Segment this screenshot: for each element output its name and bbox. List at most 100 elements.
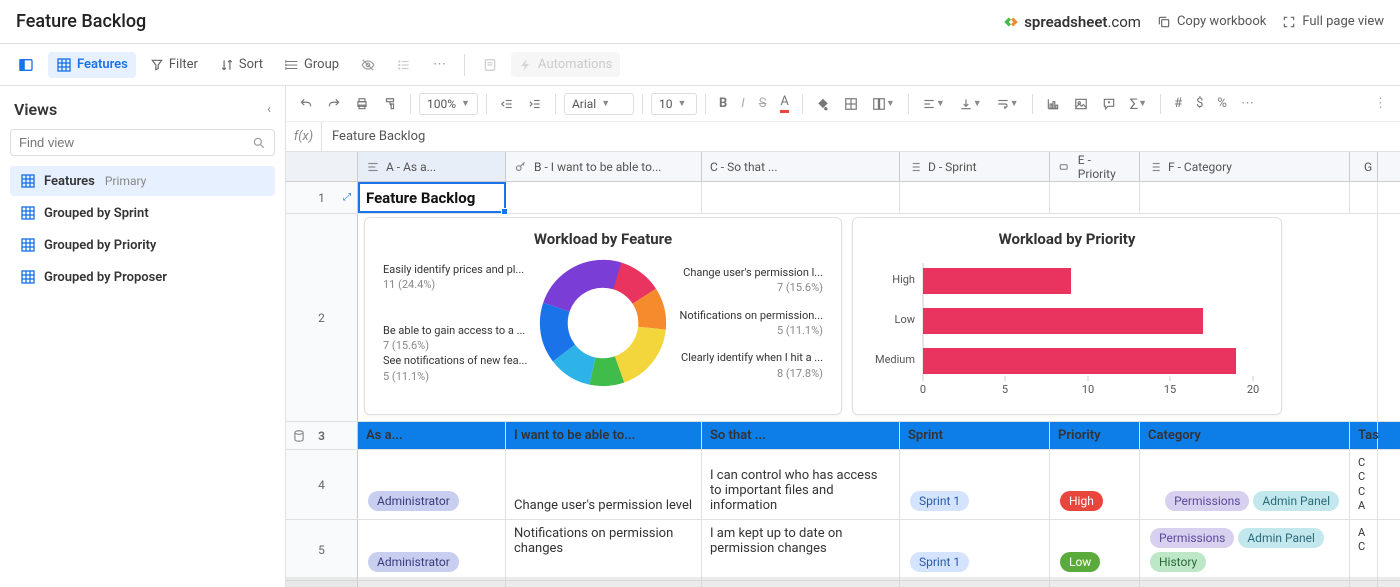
th-c[interactable]: So that ... [702, 422, 900, 449]
zoom-dropdown[interactable]: 100%▼ [419, 93, 478, 115]
indent-less-button[interactable] [495, 93, 519, 115]
more-format-button[interactable]: ⋯ [1236, 92, 1259, 115]
text-color-button[interactable]: A [775, 90, 793, 117]
row-num-5[interactable]: 5 [286, 520, 358, 580]
search-icon [252, 136, 266, 150]
size-dropdown[interactable]: 10▼ [651, 93, 697, 115]
automations-button[interactable]: Automations [511, 52, 620, 77]
cell-handle[interactable] [501, 208, 508, 215]
cell-e4[interactable]: High [1050, 450, 1140, 519]
group-button[interactable]: Group [277, 52, 347, 77]
font-dropdown[interactable]: Arial▼ [564, 93, 634, 115]
tag-icon [1058, 160, 1072, 174]
print-button[interactable] [350, 93, 374, 115]
dollar-button[interactable]: $ [1191, 92, 1208, 115]
hide-button[interactable] [353, 53, 383, 77]
col-e-header[interactable]: E - Priority [1050, 152, 1140, 181]
col-f-header[interactable]: F - Category [1140, 152, 1350, 181]
more-button[interactable]: ⋯ [425, 52, 454, 77]
hash-button[interactable]: # [1169, 92, 1187, 115]
collapse-icon[interactable]: ‹ [267, 102, 271, 117]
fx-input[interactable]: Feature Backlog [322, 129, 1400, 144]
cell-c1[interactable] [702, 182, 900, 213]
sort-button[interactable]: Sort [212, 52, 271, 77]
cell-a4[interactable]: Administrator [358, 450, 506, 519]
search-field[interactable] [19, 135, 252, 150]
cell-f1[interactable] [1140, 182, 1350, 213]
paint-button[interactable] [378, 93, 402, 115]
expand-icon[interactable]: ⤢ [343, 192, 351, 203]
cell-f5[interactable]: PermissionsAdmin PanelHistory [1140, 520, 1350, 580]
view-grouped-sprint[interactable]: Grouped by Sprint [10, 198, 275, 228]
filter-button[interactable]: Filter [142, 52, 206, 77]
full-page-button[interactable]: Full page view [1282, 14, 1384, 29]
bold-button[interactable]: B [714, 92, 732, 115]
fill-button[interactable] [811, 93, 835, 115]
th-g[interactable]: Tas [1350, 422, 1378, 449]
th-f[interactable]: Category [1140, 422, 1350, 449]
cell-c4[interactable]: I can control who has access to importan… [702, 450, 900, 519]
row-num-4[interactable]: 4 [286, 450, 358, 519]
cell-g5[interactable]: AC [1350, 520, 1378, 580]
toggle-panel-button[interactable] [10, 52, 42, 78]
cell-g4[interactable]: CCCA [1350, 450, 1378, 519]
th-d[interactable]: Sprint [900, 422, 1050, 449]
italic-button[interactable]: I [736, 92, 749, 115]
merge-button[interactable]: ▼ [867, 93, 900, 115]
row-num-3[interactable]: 3 [286, 422, 358, 449]
cell-b5[interactable]: Notifications on permission changes [506, 520, 702, 580]
filter-icon [150, 58, 164, 72]
redo-button[interactable] [322, 93, 346, 115]
search-view-input[interactable] [10, 129, 275, 156]
cell-a1[interactable]: Feature Backlog [358, 182, 506, 213]
col-d-header[interactable]: D - Sprint [900, 152, 1050, 181]
cell-d1[interactable] [900, 182, 1050, 213]
sigma-button[interactable]: Σ▼ [1125, 91, 1153, 117]
undo-icon [299, 97, 313, 111]
h-scrollbar[interactable] [286, 577, 1400, 587]
undo-button[interactable] [294, 93, 318, 115]
cell-e1[interactable] [1050, 182, 1140, 213]
row-num-1[interactable]: 1⤢ [286, 182, 358, 213]
svg-text:0: 0 [920, 383, 926, 396]
chart-button[interactable] [1041, 93, 1065, 115]
cell-f4[interactable]: PermissionsAdmin Panel [1140, 450, 1350, 519]
caret-icon: ▼ [886, 98, 895, 109]
strike-button[interactable]: S [754, 92, 772, 115]
copy-workbook-button[interactable]: Copy workbook [1157, 14, 1266, 29]
cell-c5[interactable]: I am kept up to date on permission chang… [702, 520, 900, 580]
row-num-2[interactable]: 2 [286, 214, 358, 421]
wrap-button[interactable]: ▼ [991, 93, 1024, 115]
cell-d4[interactable]: Sprint 1 [900, 450, 1050, 519]
halign-button[interactable]: ▼ [917, 93, 950, 115]
th-e[interactable]: Priority [1050, 422, 1140, 449]
borders-button[interactable] [839, 93, 863, 115]
view-label: Features [44, 174, 95, 189]
features-tab[interactable]: Features [48, 52, 136, 78]
col-b-header[interactable]: B - I want to be able to... [506, 152, 702, 181]
list-button[interactable] [389, 53, 419, 77]
view-grouped-proposer[interactable]: Grouped by Proposer [10, 262, 275, 292]
corner-cell[interactable] [286, 152, 358, 181]
cell-b1[interactable] [506, 182, 702, 213]
th-b[interactable]: I want to be able to... [506, 422, 702, 449]
view-grouped-priority[interactable]: Grouped by Priority [10, 230, 275, 260]
valign-button[interactable]: ▼ [954, 93, 987, 115]
col-g-header[interactable]: G [1350, 152, 1378, 181]
col-c-header[interactable]: C - So that ... [702, 152, 900, 181]
image-button[interactable] [1069, 93, 1093, 115]
cell-g1[interactable] [1350, 182, 1378, 213]
comment-button[interactable] [1097, 93, 1121, 115]
th-a[interactable]: As a... [358, 422, 506, 449]
cell-d5[interactable]: Sprint 1 [900, 520, 1050, 580]
view-features[interactable]: Features Primary [10, 166, 275, 196]
cell-a5[interactable]: Administrator [358, 520, 506, 580]
chart-cell[interactable]: Workload by Feature Easily identify pric… [358, 214, 1378, 421]
menu-button[interactable]: ⋮ [1369, 92, 1392, 115]
cell-b4[interactable]: Change user's permission level [506, 450, 702, 519]
indent-more-button[interactable] [523, 93, 547, 115]
percent-button[interactable]: % [1212, 92, 1232, 115]
cell-e5[interactable]: Low [1050, 520, 1140, 580]
form-button[interactable] [475, 53, 505, 77]
col-a-header[interactable]: A - As a... [358, 152, 506, 181]
